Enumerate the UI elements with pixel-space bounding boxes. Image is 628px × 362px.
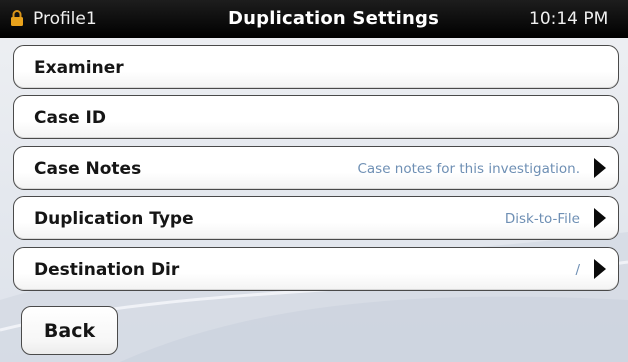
chevron-right-icon[interactable]	[594, 158, 606, 178]
row-label: Destination Dir	[34, 260, 180, 280]
setting-row-case-notes[interactable]: Case Notes Case notes for this investiga…	[13, 146, 619, 190]
setting-row-destination-dir[interactable]: Destination Dir /	[13, 247, 619, 291]
row-label: Case Notes	[34, 159, 142, 179]
clock: 10:14 PM	[529, 9, 609, 29]
setting-row-case-id[interactable]: Case ID	[13, 95, 619, 139]
row-value: /	[575, 262, 580, 278]
row-value: Case notes for this investigation.	[357, 161, 580, 177]
back-button[interactable]: Back	[21, 306, 118, 355]
lock-icon	[11, 10, 23, 26]
setting-row-duplication-type[interactable]: Duplication Type Disk-to-File	[13, 196, 619, 240]
row-label: Duplication Type	[34, 209, 194, 229]
profile-name: Profile1	[33, 9, 97, 29]
screen-title: Duplication Settings	[228, 8, 439, 29]
chevron-right-icon[interactable]	[594, 259, 606, 279]
row-label: Examiner	[34, 58, 124, 78]
setting-row-examiner[interactable]: Examiner	[13, 45, 619, 89]
status-bar: Profile1 Duplication Settings 10:14 PM	[0, 0, 628, 38]
chevron-right-icon[interactable]	[594, 208, 606, 228]
row-value: Disk-to-File	[504, 211, 580, 227]
row-label: Case ID	[34, 108, 106, 128]
